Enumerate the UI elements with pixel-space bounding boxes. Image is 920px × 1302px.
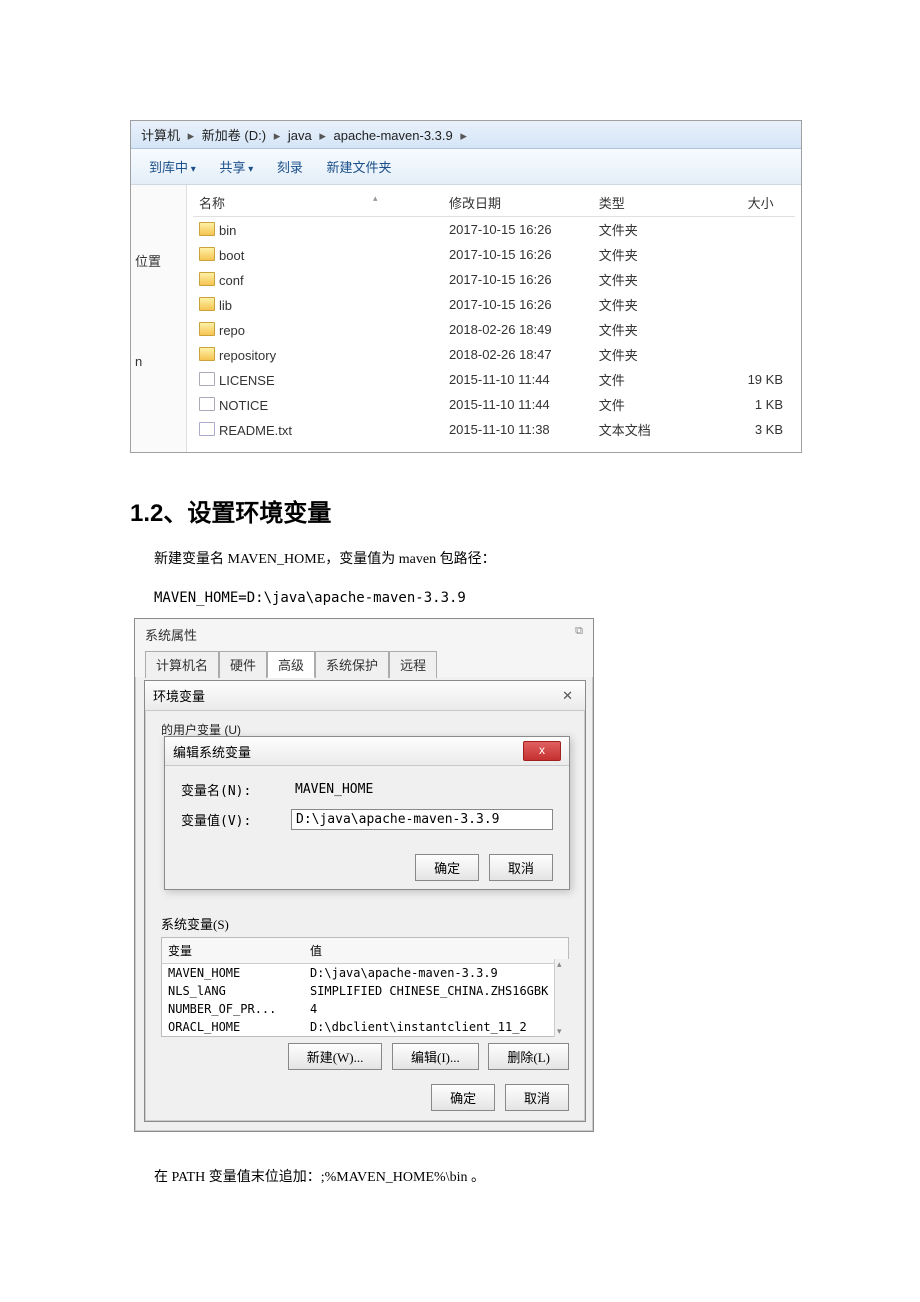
file-icon xyxy=(199,397,215,411)
new-var-button[interactable]: 新建(W)... xyxy=(288,1043,383,1070)
crumb[interactable]: java xyxy=(288,128,312,143)
sysvar-row[interactable]: NUMBER_OF_PR...4 xyxy=(162,1000,569,1018)
add-to-library-button[interactable]: 到库中 xyxy=(139,155,206,178)
file-row[interactable]: LICENSE2015-11-10 11:44文件19 KB xyxy=(193,367,795,392)
file-row[interactable]: conf2017-10-15 16:26文件夹 xyxy=(193,267,795,292)
sidebar-item-location[interactable]: 位置 xyxy=(131,245,186,276)
new-folder-button[interactable]: 新建文件夹 xyxy=(317,155,402,178)
chevron-right-icon: ▸ xyxy=(456,128,471,143)
sysprop-title: 系统属性 xyxy=(145,625,197,644)
file-row[interactable]: lib2017-10-15 16:26文件夹 xyxy=(193,292,795,317)
sysvar-row[interactable]: NLS_lANGSIMPLIFIED CHINESE_CHINA.ZHS16GB… xyxy=(162,982,569,1000)
close-button[interactable]: x xyxy=(523,741,561,761)
chevron-right-icon: ▸ xyxy=(315,128,330,143)
file-row[interactable]: repository2018-02-26 18:47文件夹 xyxy=(193,342,795,367)
file-row[interactable]: repo2018-02-26 18:49文件夹 xyxy=(193,317,795,342)
crumb[interactable]: 计算机 xyxy=(141,128,180,143)
var-value-label: 变量值(V): xyxy=(181,810,291,829)
col-modified[interactable]: 修改日期 xyxy=(443,189,593,217)
chevron-right-icon: ▸ xyxy=(270,128,285,143)
file-row[interactable]: NOTICE2015-11-10 11:44文件1 KB xyxy=(193,392,795,417)
file-row[interactable]: bin2017-10-15 16:26文件夹 xyxy=(193,217,795,243)
close-icon[interactable]: ⧉ xyxy=(575,625,583,644)
explorer-toolbar: 到库中 共享 刻录 新建文件夹 xyxy=(131,149,801,185)
explorer-window: 计算机 ▸ 新加卷 (D:) ▸ java ▸ apache-maven-3.3… xyxy=(130,120,802,453)
folder-icon xyxy=(199,222,215,236)
scrollbar[interactable] xyxy=(554,959,569,1037)
folder-icon xyxy=(199,297,215,311)
file-row[interactable]: boot2017-10-15 16:26文件夹 xyxy=(193,242,795,267)
tab-computer-name[interactable]: 计算机名 xyxy=(145,651,219,678)
editvar-cancel-button[interactable]: 取消 xyxy=(489,854,553,881)
sysvar-row[interactable]: MAVEN_HOMED:\java\apache-maven-3.3.9 xyxy=(162,964,569,983)
envvar-ok-button[interactable]: 确定 xyxy=(431,1084,495,1111)
delete-var-button[interactable]: 删除(L) xyxy=(488,1043,569,1070)
edit-system-variable-dialog: 编辑系统变量 x 变量名(N): MAVEN_HOME 变量值(V): D:\j… xyxy=(164,736,570,890)
sysvar-col-val[interactable]: 值 xyxy=(304,938,569,964)
envvar-title: 环境变量 xyxy=(153,686,205,705)
var-name-label: 变量名(N): xyxy=(181,780,291,799)
sysvar-row[interactable]: ORACL_HOMED:\dbclient\instantclient_11_2 xyxy=(162,1018,569,1037)
close-icon[interactable]: ✕ xyxy=(558,688,577,704)
folder-icon xyxy=(199,247,215,261)
folder-icon xyxy=(199,347,215,361)
editvar-title: 编辑系统变量 xyxy=(173,742,251,761)
tab-hardware[interactable]: 硬件 xyxy=(219,651,267,678)
crumb[interactable]: apache-maven-3.3.9 xyxy=(334,128,453,143)
edit-var-button[interactable]: 编辑(I)... xyxy=(392,1043,479,1070)
tab-system-protection[interactable]: 系统保护 xyxy=(315,651,389,678)
doc-paragraph: 在 PATH 变量值末位追加：;%MAVEN_HOME%\bin 。 xyxy=(154,1164,790,1192)
sidebar-item[interactable]: n xyxy=(131,348,186,375)
share-button[interactable]: 共享 xyxy=(209,155,263,178)
folder-icon xyxy=(199,272,215,286)
editvar-ok-button[interactable]: 确定 xyxy=(415,854,479,881)
system-variables-table[interactable]: 变量 值 MAVEN_HOMED:\java\apache-maven-3.3.… xyxy=(161,937,569,1037)
tab-advanced[interactable]: 高级 xyxy=(267,651,315,678)
col-type[interactable]: 类型 xyxy=(593,189,742,217)
text-file-icon xyxy=(199,422,215,436)
doc-paragraph: 新建变量名 MAVEN_HOME，变量值为 maven 包路径： xyxy=(154,546,790,574)
col-name[interactable]: 名称 xyxy=(193,189,443,217)
doc-code-line: MAVEN_HOME=D:\java\apache-maven-3.3.9 xyxy=(154,584,790,612)
address-bar[interactable]: 计算机 ▸ 新加卷 (D:) ▸ java ▸ apache-maven-3.3… xyxy=(131,121,801,149)
crumb[interactable]: 新加卷 (D:) xyxy=(202,128,266,143)
section-heading: 1.2、设置环境变量 xyxy=(130,493,790,528)
file-icon xyxy=(199,372,215,386)
col-size[interactable]: 大小 xyxy=(742,189,795,217)
dialog-stack: 系统属性 ⧉ 计算机名 硬件 高级 系统保护 远程 环境变量 ✕ 的用户变量 (… xyxy=(134,618,594,1138)
chevron-right-icon: ▸ xyxy=(184,128,199,143)
explorer-sidebar: 位置 n xyxy=(131,185,187,452)
envvar-cancel-button[interactable]: 取消 xyxy=(505,1084,569,1111)
burn-button[interactable]: 刻录 xyxy=(267,155,313,178)
folder-icon xyxy=(199,322,215,336)
file-list: 名称 修改日期 类型 大小 bin2017-10-15 16:26文件夹boot… xyxy=(187,185,801,452)
tab-remote[interactable]: 远程 xyxy=(389,651,437,678)
file-row[interactable]: README.txt2015-11-10 11:38文本文档3 KB xyxy=(193,417,795,442)
sysvar-col-var[interactable]: 变量 xyxy=(162,938,304,964)
var-value-field[interactable]: D:\java\apache-maven-3.3.9 xyxy=(291,809,553,830)
var-name-field[interactable]: MAVEN_HOME xyxy=(291,780,553,799)
system-variables-label: 系统变量(S) xyxy=(161,914,569,933)
